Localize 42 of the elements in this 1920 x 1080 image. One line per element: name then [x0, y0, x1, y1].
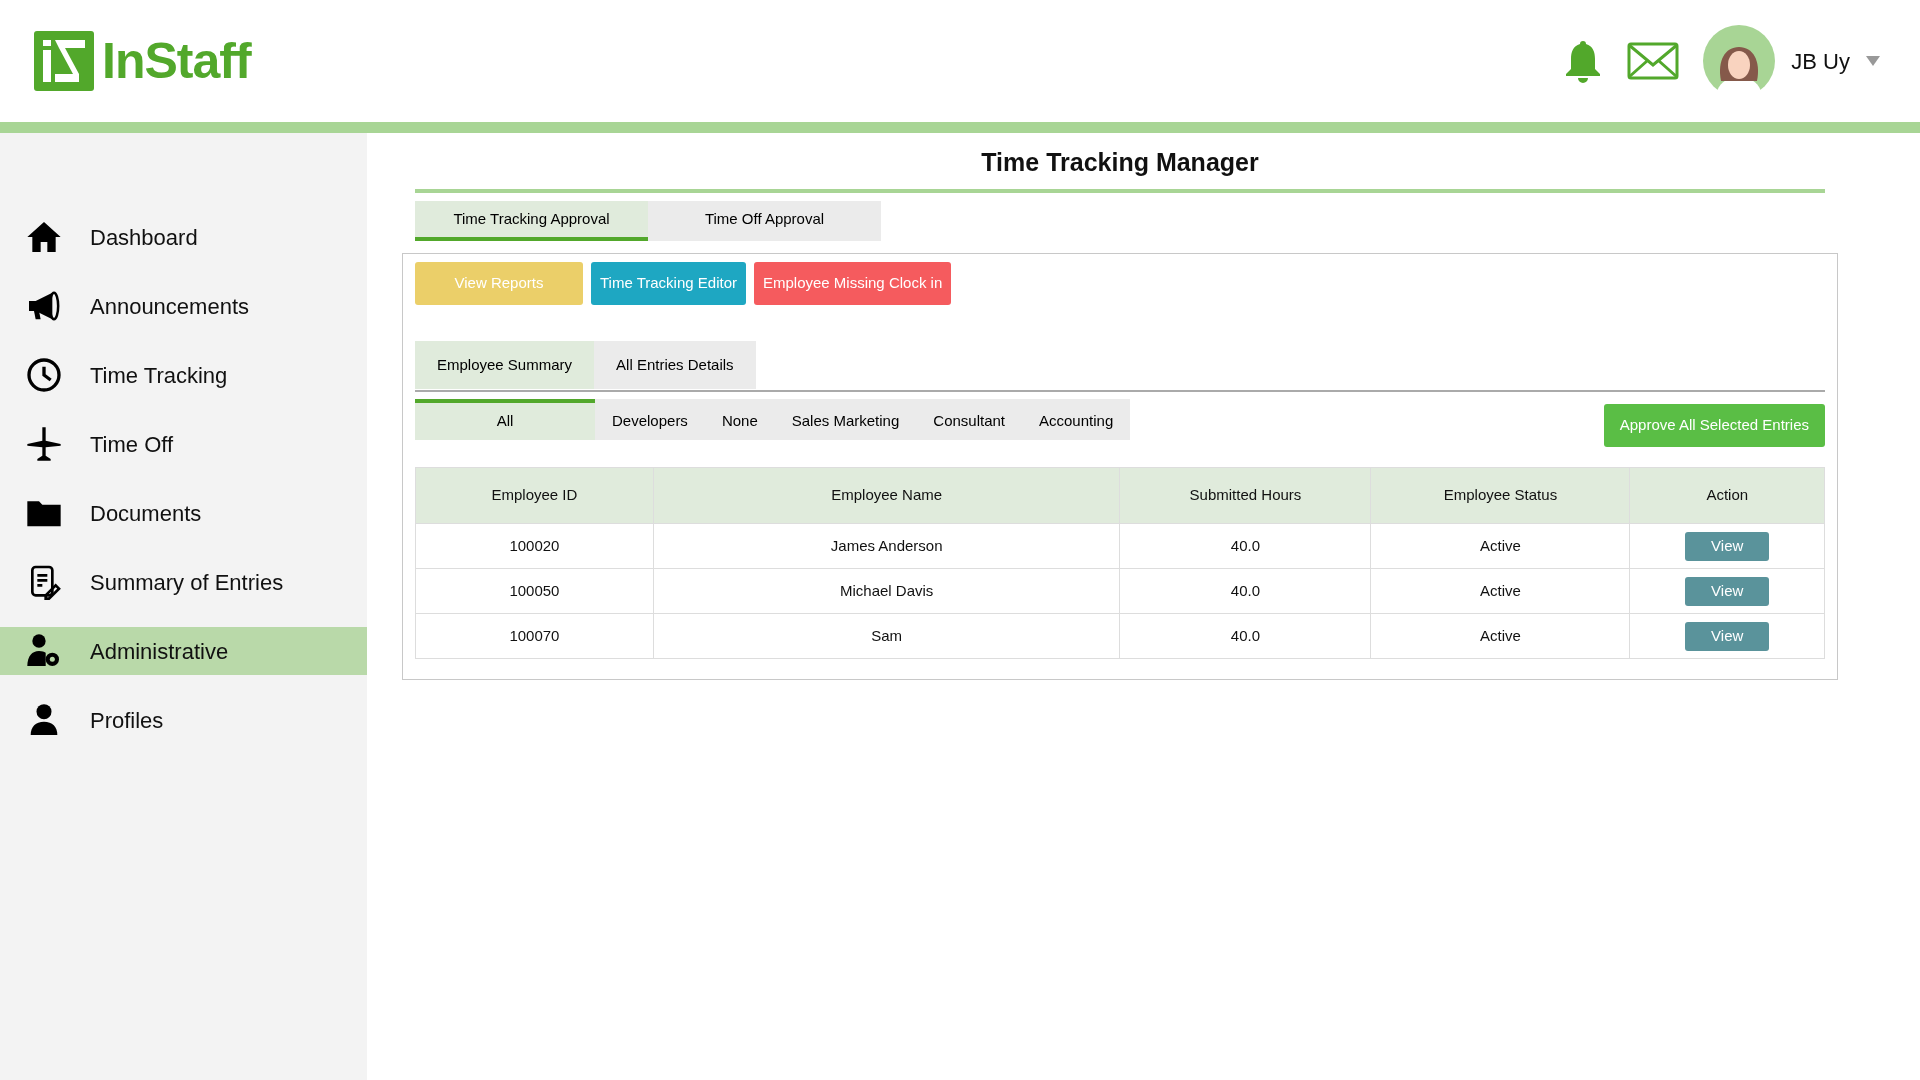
table-cell: Sam: [653, 613, 1120, 659]
tab[interactable]: All Entries Details: [594, 341, 756, 389]
filter-tab[interactable]: Developers: [595, 399, 705, 440]
table-cell: Active: [1370, 613, 1630, 659]
filter-tab[interactable]: Accounting: [1022, 399, 1131, 440]
tab[interactable]: Time Off Approval: [648, 201, 881, 241]
logo-text: InStaff: [102, 31, 251, 91]
page-title: Time Tracking Manager: [980, 147, 1260, 177]
sidebar-item[interactable]: Dashboard: [0, 213, 367, 261]
sidebar-item[interactable]: Time Off: [0, 420, 367, 468]
column-header: Submitted Hours: [1120, 467, 1371, 524]
table-cell: Active: [1370, 523, 1630, 569]
dropdown-caret-icon[interactable]: [1866, 56, 1880, 66]
table-cell: 100070: [415, 613, 654, 659]
column-header: Action: [1629, 467, 1825, 524]
sidebar-item[interactable]: Time Tracking: [0, 351, 367, 399]
filter-tab[interactable]: Consultant: [916, 399, 1022, 440]
sidebar-item[interactable]: Announcements: [0, 282, 367, 330]
tab[interactable]: Employee Summary: [415, 341, 595, 389]
column-header: Employee Status: [1370, 467, 1630, 524]
sidebar-item[interactable]: Profiles: [0, 696, 367, 744]
table-cell: 40.0: [1120, 568, 1371, 614]
table-cell: 40.0: [1120, 613, 1371, 659]
filter-tab[interactable]: Sales Marketing: [774, 399, 917, 440]
column-header: Employee Name: [653, 467, 1120, 524]
table-cell: Active: [1370, 568, 1630, 614]
mail-icon[interactable]: [1627, 42, 1680, 80]
table-cell: 100020: [415, 523, 654, 569]
sidebar-item[interactable]: Administrative: [0, 627, 367, 675]
sidebar-item[interactable]: Summary of Entries: [0, 558, 367, 606]
filter-tab[interactable]: None: [704, 399, 775, 440]
sidebar-item[interactable]: Documents: [0, 489, 367, 537]
table-cell: 40.0: [1120, 523, 1371, 569]
column-header: Employee ID: [415, 467, 654, 524]
table-cell: Michael Davis: [653, 568, 1120, 614]
table-cell: 100050: [415, 568, 654, 614]
filter-tab[interactable]: All: [415, 399, 595, 440]
logo-icon: [34, 31, 94, 91]
table-cell: James Anderson: [653, 523, 1120, 569]
tab[interactable]: Time Tracking Approval: [415, 201, 648, 241]
user-name[interactable]: JB Uy: [1791, 44, 1850, 78]
avatar-icon[interactable]: [1703, 25, 1776, 97]
